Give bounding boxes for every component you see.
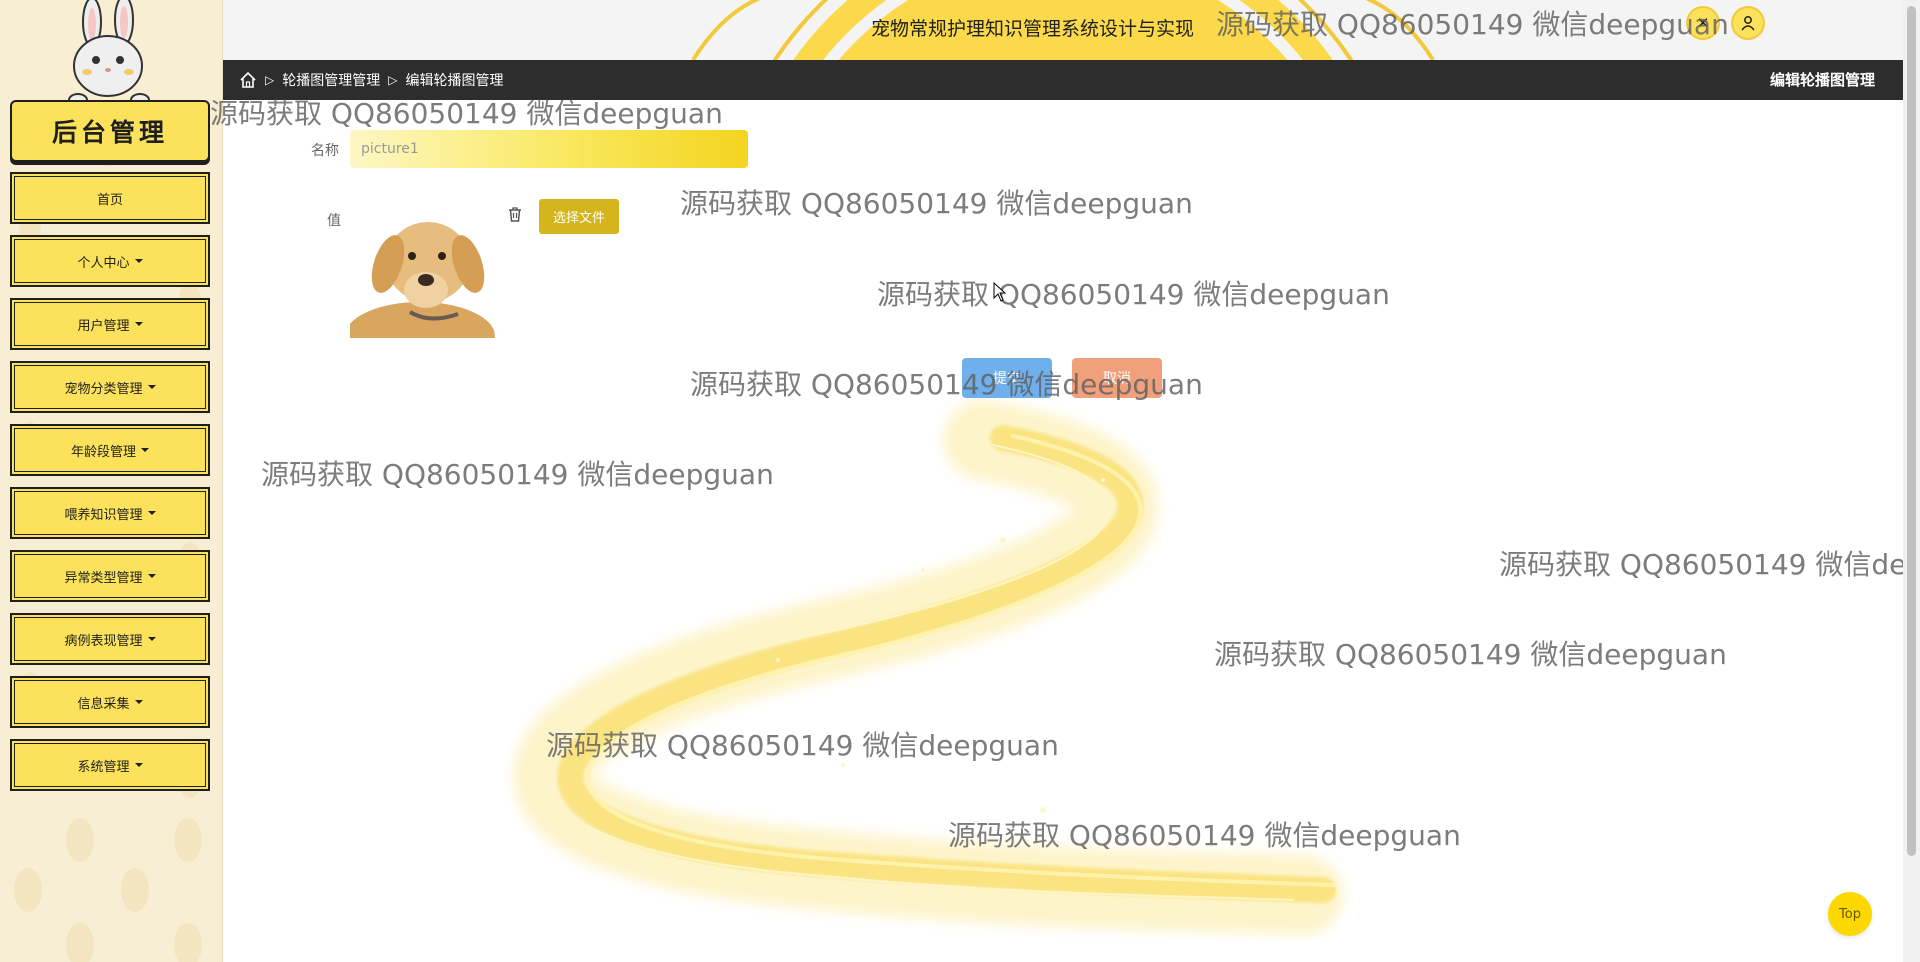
caret-down-icon bbox=[147, 385, 156, 389]
site-title: 宠物常规护理知识管理系统设计与实现 bbox=[871, 18, 1195, 40]
caret-down-icon bbox=[147, 574, 156, 578]
sidebar-item-pet-category[interactable]: 宠物分类管理 bbox=[10, 361, 210, 413]
carousel-image-preview bbox=[350, 196, 515, 338]
top-header: 宠物常规护理知识管理系统设计与实现 ✕ bbox=[223, 0, 1903, 60]
caret-down-icon bbox=[147, 511, 156, 515]
back-to-top-button[interactable]: Top bbox=[1828, 892, 1872, 936]
sidebar-item-age-group[interactable]: 年龄段管理 bbox=[10, 424, 210, 476]
page-title: 编辑轮播图管理 bbox=[1769, 71, 1875, 89]
close-icon: ✕ bbox=[1696, 14, 1710, 32]
sidebar-item-system-management[interactable]: 系统管理 bbox=[10, 739, 210, 791]
sidebar: 后台管理 首页 个人中心 用户管理 宠物分类管理 年龄段管理 喂养知识管理 异常… bbox=[0, 0, 223, 962]
main-content: 名称 值 选择文件 提交 取消 bbox=[223, 100, 1903, 962]
user-icon bbox=[1741, 16, 1755, 31]
sidebar-item-personal-center[interactable]: 个人中心 bbox=[10, 235, 210, 287]
close-button[interactable]: ✕ bbox=[1688, 8, 1718, 38]
choose-file-button[interactable]: 选择文件 bbox=[539, 199, 619, 234]
caret-down-icon bbox=[134, 322, 143, 326]
admin-brand-title: 后台管理 bbox=[10, 100, 210, 162]
caret-down-icon bbox=[147, 637, 156, 641]
sidebar-item-home[interactable]: 首页 bbox=[10, 172, 210, 224]
breadcrumb-item[interactable]: 轮播图管理管理 bbox=[282, 70, 380, 90]
sidebar-item-info-collection[interactable]: 信息采集 bbox=[10, 676, 210, 728]
breadcrumb-bar: ▷ 轮播图管理管理 ▷ 编辑轮播图管理 编辑轮播图管理 bbox=[223, 60, 1903, 100]
dog-image bbox=[350, 196, 515, 338]
name-input[interactable] bbox=[350, 130, 748, 168]
caret-down-icon bbox=[141, 448, 149, 452]
sidebar-item-label: 系统管理 bbox=[77, 759, 130, 775]
caret-down-icon bbox=[134, 763, 143, 767]
sidebar-item-label: 宠物分类管理 bbox=[64, 381, 143, 397]
user-button[interactable] bbox=[1733, 8, 1763, 38]
sidebar-item-label: 异常类型管理 bbox=[64, 570, 143, 586]
rabbit-mascot-icon bbox=[68, 0, 150, 107]
sidebar-item-label: 个人中心 bbox=[77, 255, 130, 271]
sidebar-item-user-management[interactable]: 用户管理 bbox=[10, 298, 210, 350]
vertical-scrollbar[interactable] bbox=[1903, 0, 1920, 962]
sidebar-item-feeding-knowledge[interactable]: 喂养知识管理 bbox=[10, 487, 210, 539]
submit-button[interactable]: 提交 bbox=[962, 358, 1052, 398]
name-field-label: 名称 bbox=[311, 143, 339, 159]
caret-down-icon bbox=[134, 700, 143, 704]
sidebar-item-label: 年龄段管理 bbox=[70, 444, 136, 460]
value-field-label: 值 bbox=[327, 213, 341, 229]
breadcrumb-item[interactable]: 编辑轮播图管理 bbox=[405, 70, 503, 90]
sidebar-item-label: 信息采集 bbox=[77, 696, 130, 712]
chevron-right-icon: ▷ bbox=[265, 73, 275, 87]
sidebar-item-anomaly-type[interactable]: 异常类型管理 bbox=[10, 550, 210, 602]
sidebar-item-case-symptoms[interactable]: 病例表现管理 bbox=[10, 613, 210, 665]
sidebar-item-label: 首页 bbox=[96, 192, 123, 208]
sidebar-menu: 首页 个人中心 用户管理 宠物分类管理 年龄段管理 喂养知识管理 异常类型管理 … bbox=[10, 172, 210, 802]
trash-icon[interactable] bbox=[505, 204, 525, 224]
sidebar-item-label: 病例表现管理 bbox=[64, 633, 143, 649]
sidebar-item-label: 用户管理 bbox=[77, 318, 130, 334]
scrollbar-thumb[interactable] bbox=[1907, 6, 1916, 856]
home-icon[interactable] bbox=[239, 71, 257, 89]
chevron-right-icon: ▷ bbox=[388, 73, 398, 87]
mouse-cursor-icon bbox=[993, 282, 1007, 302]
caret-down-icon bbox=[134, 259, 143, 263]
cancel-button[interactable]: 取消 bbox=[1072, 358, 1162, 398]
breadcrumb: ▷ 轮播图管理管理 ▷ 编辑轮播图管理 bbox=[239, 60, 503, 100]
sidebar-item-label: 喂养知识管理 bbox=[64, 507, 143, 523]
